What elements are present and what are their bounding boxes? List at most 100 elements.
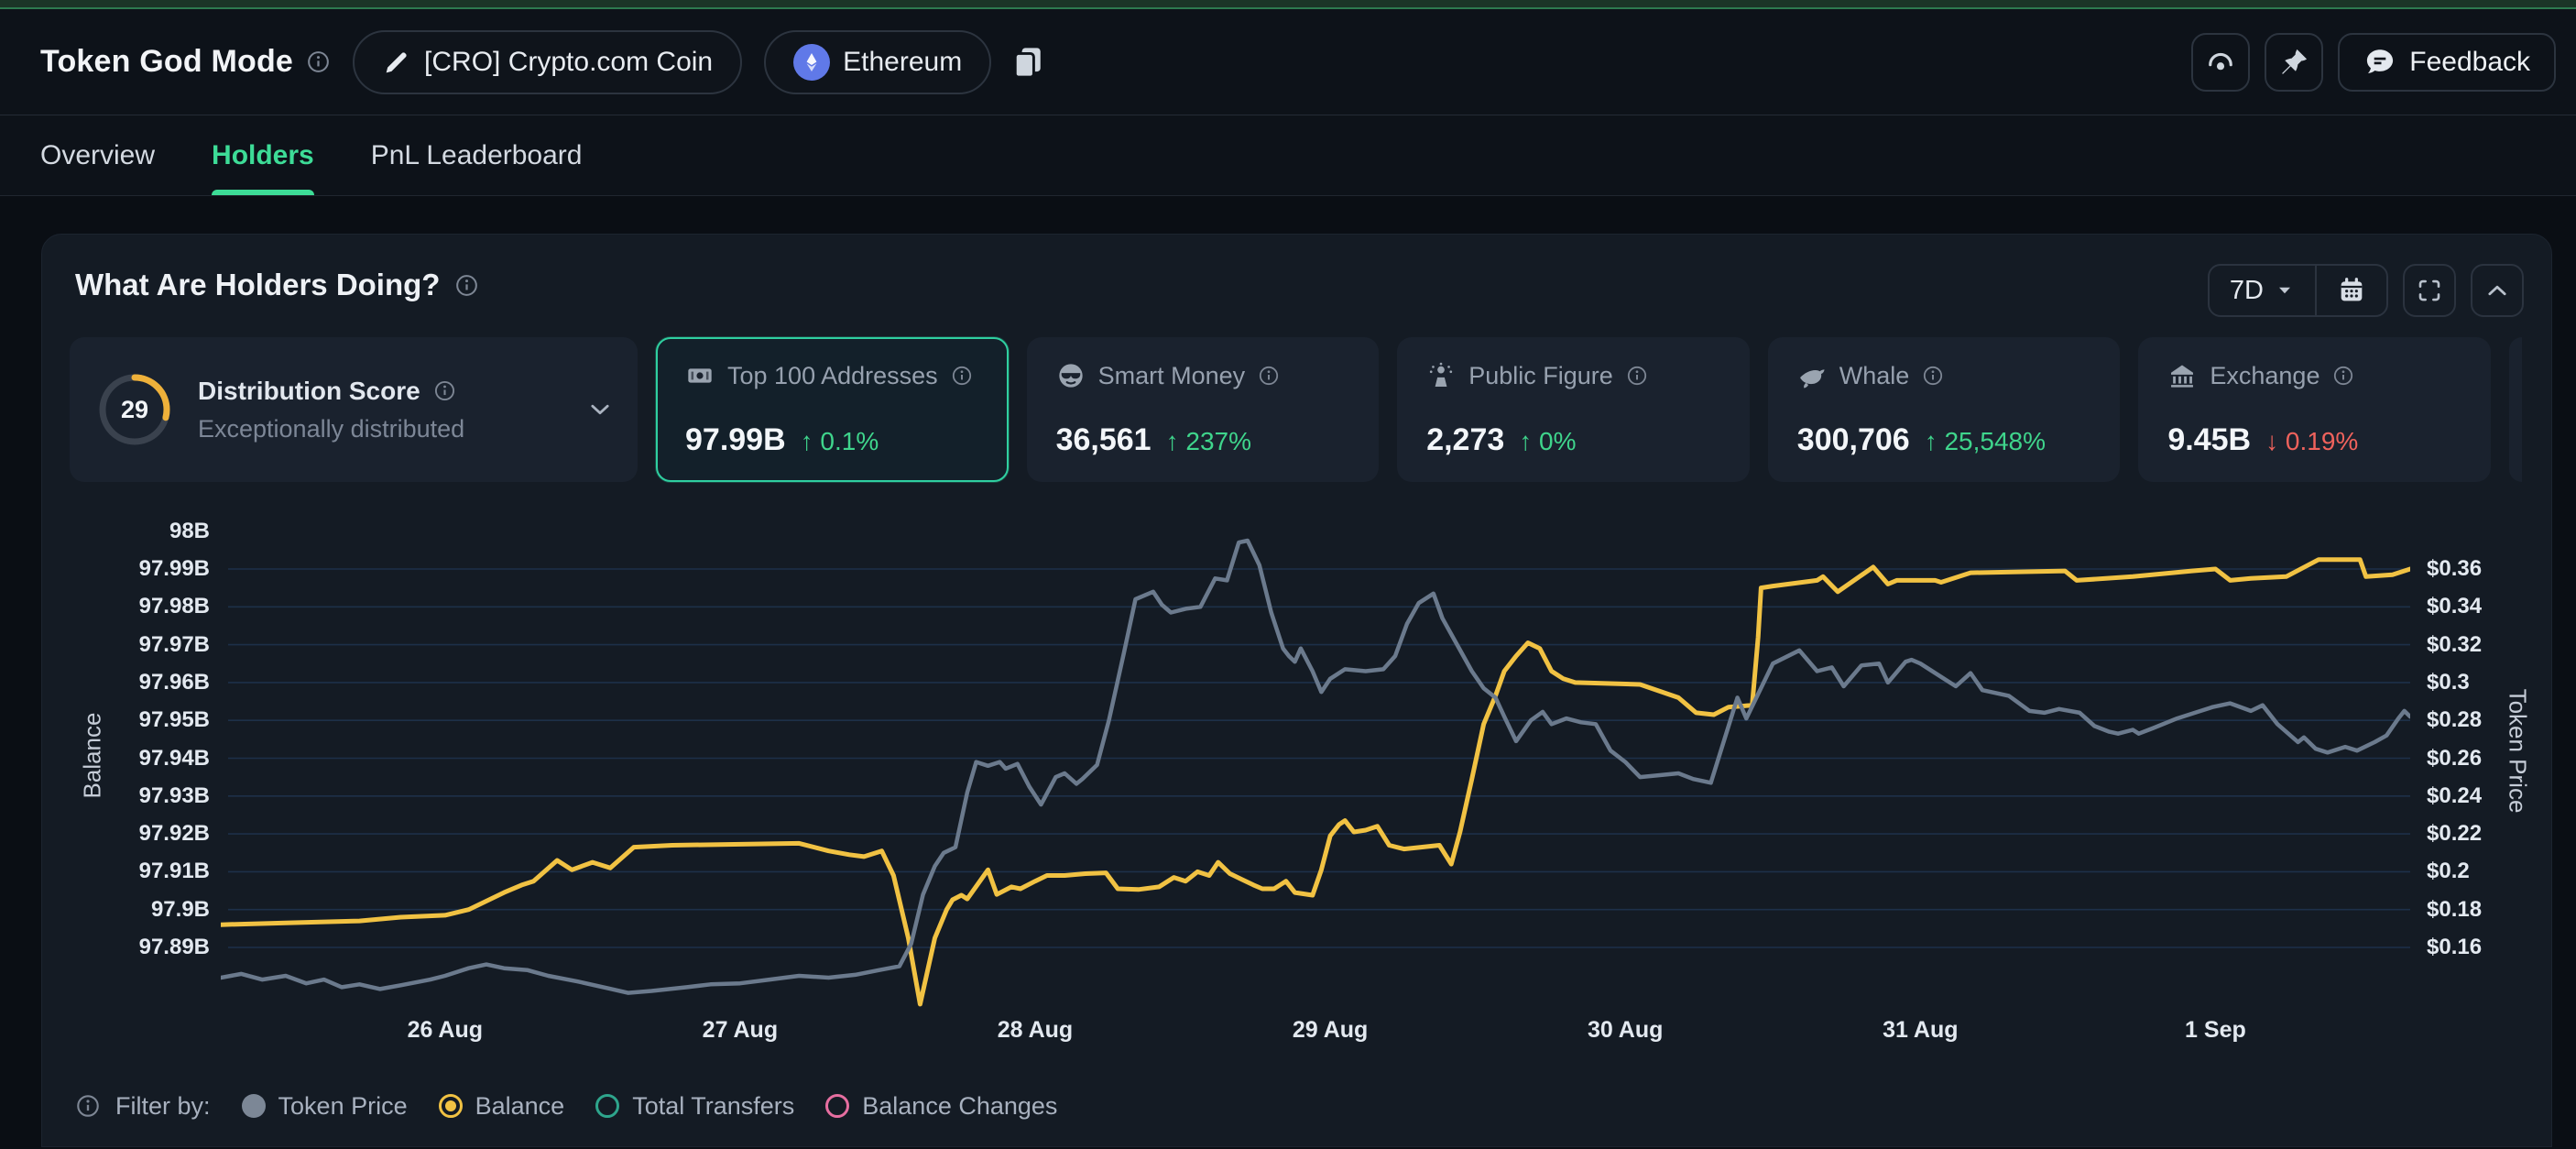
period-dropdown[interactable]: 7D <box>2210 266 2315 315</box>
banknote-icon <box>685 361 715 390</box>
y-axis-left-title: Balance <box>79 683 107 829</box>
filter-by-label: Filter by: <box>115 1092 211 1121</box>
y-axis-left-tick: 97.96B <box>42 668 210 697</box>
info-icon[interactable] <box>1922 365 1944 387</box>
y-axis-left-tick: 98B <box>42 517 210 546</box>
filter-item-label: Total Transfers <box>632 1092 794 1121</box>
distribution-score-card[interactable]: 29 Distribution Score Exceptionally dist… <box>70 337 638 482</box>
info-icon[interactable] <box>433 379 456 402</box>
stat-card-label: Top 100 Addresses <box>727 362 938 390</box>
collapse-button[interactable] <box>2471 264 2524 317</box>
stat-card-whale[interactable]: Whale300,706↑ 25,548% <box>1768 337 2121 482</box>
tab-overview[interactable]: Overview <box>40 115 155 195</box>
stat-card-label: Public Figure <box>1468 362 1613 390</box>
token-name: [CRO] Crypto.com Coin <box>424 47 713 78</box>
y-axis-left-tick: 97.98B <box>42 592 210 621</box>
filter-total-transfers[interactable]: Total Transfers <box>595 1092 794 1121</box>
x-axis-tick: 30 Aug <box>1543 1017 1708 1044</box>
stat-card-change: ↑ 0.1% <box>801 427 879 456</box>
stat-card-exchange[interactable]: Exchange9.45B↓ 0.19% <box>2138 337 2491 482</box>
y-axis-left-tick: 97.9B <box>42 895 210 925</box>
distribution-score-value: 29 <box>95 370 174 449</box>
info-icon[interactable] <box>1626 365 1648 387</box>
panel-info-icon[interactable] <box>454 273 479 298</box>
y-axis-left-tick: 97.99B <box>42 554 210 584</box>
sunglasses-icon <box>1056 361 1086 390</box>
total-transfers-dot-icon <box>595 1094 619 1118</box>
stat-card-value: 36,561 <box>1056 422 1152 458</box>
x-axis-tick: 28 Aug <box>953 1017 1118 1044</box>
y-axis-right-title: Token Price <box>2504 678 2532 825</box>
token-price-dot-icon <box>242 1094 266 1118</box>
stat-card-smart-money[interactable]: Smart Money 36,561 ↑ 237% <box>1027 337 1380 482</box>
y-axis-left-tick: 97.91B <box>42 857 210 886</box>
filter-item-label: Balance Changes <box>862 1092 1057 1121</box>
info-icon[interactable] <box>306 49 331 74</box>
stat-card-label: Smart Money <box>1098 362 1246 390</box>
balance-dot-icon <box>439 1094 463 1118</box>
stat-card-change: ↑ 237% <box>1166 427 1251 456</box>
x-axis-tick: 29 Aug <box>1248 1017 1413 1044</box>
chain-selector[interactable]: Ethereum <box>764 30 991 94</box>
tab-bar: Overview Holders PnL Leaderboard <box>0 115 2576 196</box>
x-axis-tick: 31 Aug <box>1838 1017 2003 1044</box>
y-axis-right-tick: $0.2 <box>2427 857 2564 886</box>
pin-icon <box>2277 46 2310 79</box>
panel-title: What Are Holders Doing? <box>75 268 440 302</box>
filter-token-price[interactable]: Token Price <box>242 1092 408 1121</box>
y-axis-right-tick: $0.28 <box>2427 706 2564 735</box>
chevron-down-icon <box>2275 280 2295 301</box>
y-axis-right-tick: $0.36 <box>2427 554 2564 584</box>
stat-card-value: 9.45B <box>2167 422 2251 458</box>
x-axis-tick: 1 Sep <box>2133 1017 2298 1044</box>
period-control: 7D <box>2208 264 2388 317</box>
filter-item-label: Token Price <box>278 1092 408 1121</box>
watch-button[interactable] <box>2191 33 2250 92</box>
chat-bubble-icon <box>2363 46 2396 79</box>
y-axis-left-tick: 97.92B <box>42 819 210 848</box>
radar-icon <box>2204 46 2237 79</box>
pin-button[interactable] <box>2265 33 2323 92</box>
y-axis-right-tick: $0.32 <box>2427 630 2564 660</box>
tab-pnl-leaderboard[interactable]: PnL Leaderboard <box>371 115 583 195</box>
chain-name: Ethereum <box>843 47 962 78</box>
filter-balance-changes[interactable]: Balance Changes <box>825 1092 1057 1121</box>
holders-panel: What Are Holders Doing? 7D <box>41 234 2552 1147</box>
chart-plot[interactable] <box>221 512 2410 1062</box>
stat-card-partial <box>2509 337 2522 482</box>
period-value: 7D <box>2230 276 2264 306</box>
y-axis-right-tick: $0.18 <box>2427 895 2564 925</box>
y-axis-right-tick: $0.34 <box>2427 592 2564 621</box>
speaker-icon <box>1426 361 1456 390</box>
stat-card-change: ↑ 25,548% <box>1925 427 2046 456</box>
stat-card-top-100-addresses[interactable]: Top 100 Addresses97.99B↑ 0.1% <box>656 337 1009 482</box>
stat-card-change: ↑ 0% <box>1519 427 1576 456</box>
info-icon[interactable] <box>1258 365 1280 387</box>
y-axis-left-tick: 97.93B <box>42 782 210 811</box>
y-axis-right-tick: $0.16 <box>2427 933 2564 962</box>
y-axis-left-tick: 97.97B <box>42 630 210 660</box>
y-axis-right-tick: $0.3 <box>2427 668 2564 697</box>
filter-balance[interactable]: Balance <box>439 1092 565 1121</box>
copy-icon[interactable] <box>1008 42 1048 82</box>
chevron-down-icon[interactable] <box>586 396 614 423</box>
bank-icon <box>2167 361 2197 390</box>
y-axis-left-tick: 97.89B <box>42 933 210 962</box>
info-icon[interactable] <box>951 365 973 387</box>
token-selector[interactable]: [CRO] Crypto.com Coin <box>353 30 742 94</box>
calendar-button[interactable] <box>2317 266 2386 315</box>
tab-holders[interactable]: Holders <box>212 115 314 195</box>
info-icon[interactable] <box>75 1093 101 1119</box>
distribution-gauge: 29 <box>95 370 174 449</box>
stat-card-public-figure[interactable]: Public Figure2,273↑ 0% <box>1397 337 1750 482</box>
y-axis-right-tick: $0.22 <box>2427 819 2564 848</box>
fullscreen-button[interactable] <box>2403 264 2456 317</box>
stat-card-row: 29 Distribution Score Exceptionally dist… <box>70 337 2522 482</box>
holders-chart[interactable]: 98B97.99B97.98B97.97B97.96B97.95B97.94B9… <box>42 512 2553 1099</box>
info-icon[interactable] <box>2332 365 2354 387</box>
pencil-icon <box>382 48 411 77</box>
ethereum-icon <box>793 44 830 81</box>
stat-card-value: 300,706 <box>1797 422 1910 458</box>
balance-line <box>221 560 2410 1004</box>
feedback-button[interactable]: Feedback <box>2338 33 2556 92</box>
